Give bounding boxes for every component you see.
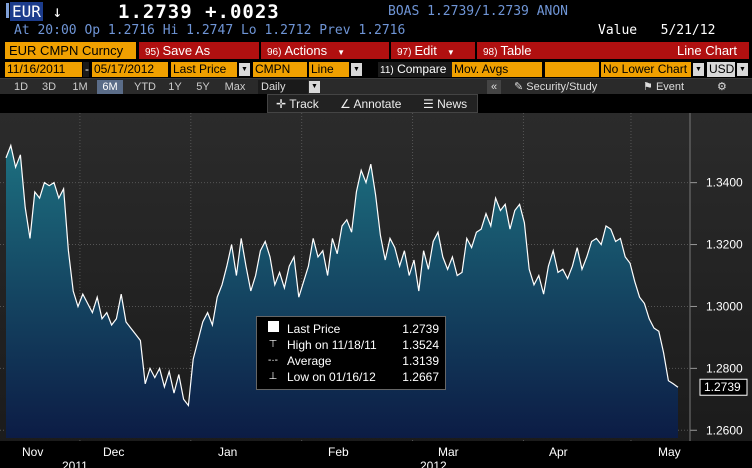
range-1d[interactable]: 1D	[10, 80, 32, 94]
year-label: 2012	[420, 459, 447, 468]
table-button[interactable]: 98) Table	[483, 42, 532, 59]
y-tick-label: 1.2800	[706, 361, 743, 375]
pen-icon: ∠	[340, 97, 351, 111]
currency-select[interactable]: USD	[707, 62, 735, 77]
x-axis: Nov Dec Jan Feb Mar Apr May 2011 2012	[0, 441, 752, 468]
ticker-flag	[6, 3, 9, 18]
security-study-button[interactable]: ✎ Security/Study	[514, 80, 597, 94]
annotate-button[interactable]: ∠ Annotate	[340, 96, 401, 112]
range-6m[interactable]: 6M	[97, 80, 123, 94]
range-5y[interactable]: 5Y	[192, 80, 214, 94]
quote-source: BOAS 1.2739/1.2739 ANON	[388, 4, 569, 19]
security-field[interactable]: EUR CMPN Curncy	[5, 42, 136, 59]
compare-button[interactable]: 11) Compare	[378, 62, 453, 77]
chart-legend: Last Price 1.2739 ⊤ High on 11/18/11 1.3…	[256, 316, 446, 390]
gear-icon[interactable]: ⚙	[717, 80, 727, 94]
legend-low: ⊥ Low on 01/16/12 1.2667	[263, 369, 443, 385]
settings-bar: 11/16/2011 - 05/17/2012 Last Price ▼ CMP…	[0, 61, 752, 78]
chevron-down-icon: ▼	[446, 48, 455, 57]
x-tick-label: Nov	[22, 445, 43, 459]
edit-menu[interactable]: 97) Edit ▼	[397, 42, 455, 59]
x-tick-label: Feb	[328, 445, 349, 459]
collapse-icon[interactable]: «	[487, 80, 501, 94]
flag-icon: ⚑	[643, 81, 653, 93]
price-chart[interactable]: 1.3400 1.3200 1.3000 1.2800 1.2600 Nov Dec Jan…	[0, 113, 752, 468]
menu-separator	[389, 42, 391, 59]
value-date: Value 5/21/12	[598, 23, 716, 38]
chevron-down-icon: ▼	[337, 48, 346, 57]
y-tick-label: 1.2600	[706, 423, 743, 437]
event-button[interactable]: ⚑ Event	[643, 80, 684, 94]
down-arrow-icon: ↓	[52, 2, 63, 21]
range-1m[interactable]: 1M	[68, 80, 92, 94]
menu-bar: EUR CMPN Curncy 95) Save As 96) Actions ▼ 9…	[0, 41, 752, 60]
last-value-marker: 1.2739	[699, 378, 748, 396]
chart-type-label[interactable]: Line Chart	[677, 42, 737, 59]
track-button[interactable]: ✛ Track	[276, 96, 319, 112]
save-as-button[interactable]: 95) Save As	[145, 42, 210, 59]
quote-info: At 20:00 Op 1.2716 Hi 1.2747 Lo 1.2712 P…	[14, 23, 406, 38]
chevron-down-icon[interactable]: ▼	[737, 63, 748, 76]
actions-menu[interactable]: 96) Actions ▼	[267, 42, 345, 59]
ticker-bar: EUR ↓ 1.2739 +.0023 BOAS 1.2739/1.2739 A…	[0, 0, 752, 24]
x-tick-label: Jan	[218, 445, 237, 459]
price-readout: 1.2739 +.0023	[118, 1, 280, 23]
y-tick-label: 1.3200	[706, 238, 743, 252]
low-marker-icon: ⊥	[268, 371, 278, 382]
date-separator: -	[83, 62, 89, 77]
price-change: +.0023	[205, 1, 280, 23]
y-tick-label: 1.3000	[706, 299, 743, 313]
frequency-select[interactable]: Daily	[258, 80, 308, 94]
lower-chart-select[interactable]: No Lower Chart	[601, 62, 691, 77]
legend-high: ⊤ High on 11/18/11 1.3524	[263, 337, 443, 353]
range-ytd[interactable]: YTD	[130, 80, 160, 94]
x-tick-label: Mar	[438, 445, 459, 459]
legend-swatch-icon	[263, 321, 283, 337]
high-marker-icon: ⊤	[268, 339, 278, 350]
year-label: 2011	[62, 459, 88, 468]
chart-tools: ✛ Track ∠ Annotate ☰ News	[267, 94, 478, 113]
last-value-label: 1.2739	[704, 380, 741, 394]
toolbar: 1D 3D 1M 6M YTD 1Y 5Y Max Daily ▼ « ✎ Se…	[0, 78, 752, 94]
price-field-select[interactable]: Last Price	[171, 62, 237, 77]
end-date-field[interactable]: 05/17/2012	[92, 62, 168, 77]
chevron-down-icon[interactable]: ▼	[693, 63, 704, 76]
x-tick-label: May	[658, 445, 681, 459]
blank-field[interactable]	[545, 62, 599, 77]
average-line-icon: -·-	[268, 355, 278, 366]
quote-info-bar: At 20:00 Op 1.2716 Hi 1.2747 Lo 1.2712 P…	[0, 22, 752, 40]
style-select[interactable]: Line	[309, 62, 349, 77]
y-tick-label: 1.3400	[706, 176, 743, 190]
news-button[interactable]: ☰ News	[423, 96, 467, 112]
start-date-field[interactable]: 11/16/2011	[5, 62, 82, 77]
legend-last-price: Last Price 1.2739	[263, 321, 443, 337]
source-field[interactable]: CMPN	[253, 62, 307, 77]
chevron-down-icon[interactable]: ▼	[309, 81, 320, 93]
menu-separator	[259, 42, 261, 59]
range-1y[interactable]: 1Y	[164, 80, 186, 94]
x-tick-label: Dec	[103, 445, 124, 459]
range-3d[interactable]: 3D	[38, 80, 60, 94]
crosshair-icon: ✛	[276, 97, 287, 111]
action-menu: 95) Save As 96) Actions ▼ 97) Edit ▼ 98) Table…	[139, 42, 749, 59]
legend-average: -·- Average 1.3139	[263, 353, 443, 369]
x-tick-label: Apr	[549, 445, 568, 459]
ticker-symbol[interactable]: EUR ↓	[6, 2, 62, 21]
chevron-down-icon[interactable]: ▼	[239, 63, 250, 76]
news-icon: ☰	[423, 97, 434, 111]
chevron-down-icon[interactable]: ▼	[351, 63, 362, 76]
range-max[interactable]: Max	[220, 80, 250, 94]
mov-avgs-field[interactable]: Mov. Avgs	[452, 62, 542, 77]
last-price: 1.2739	[118, 1, 193, 23]
menu-separator	[475, 42, 477, 59]
pencil-icon: ✎	[514, 81, 524, 93]
